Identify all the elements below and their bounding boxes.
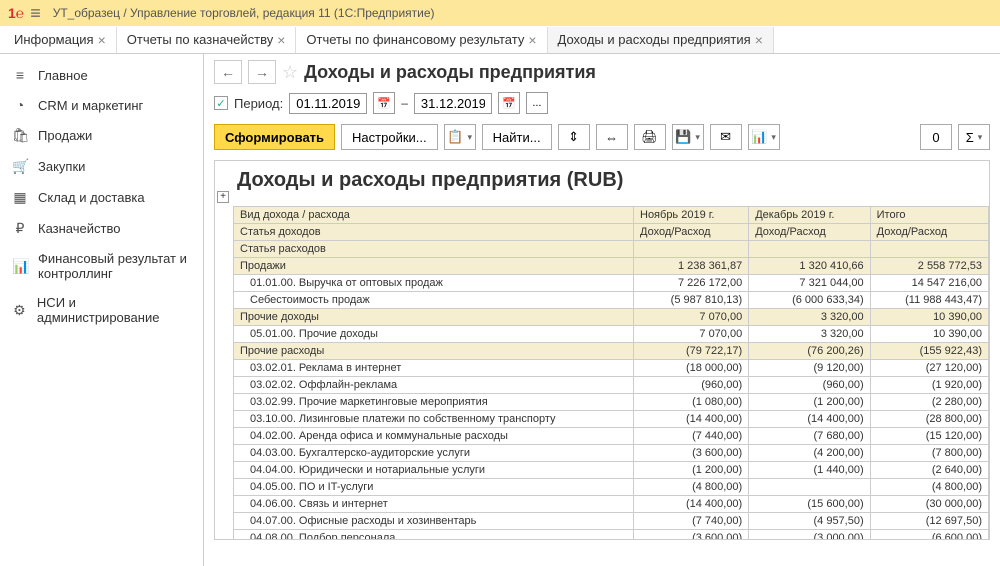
generate-button[interactable]: Сформировать xyxy=(214,124,335,150)
bag-icon: 🛍 xyxy=(12,127,28,144)
back-button[interactable]: ← xyxy=(214,60,242,84)
sidebar-item-treasury[interactable]: ₽Казначейство xyxy=(0,213,203,244)
period-label: Период: xyxy=(234,96,283,111)
settings-button[interactable]: Настройки... xyxy=(341,124,438,150)
period-checkbox[interactable]: ✓ xyxy=(214,96,228,110)
table-row[interactable]: 01.01.00. Выручка от оптовых продаж7 226… xyxy=(234,275,989,292)
zero-button[interactable]: 0 xyxy=(920,124,952,150)
grid-icon: ▦ xyxy=(12,189,28,206)
table-row[interactable]: 03.02.01. Реклама в интернет(18 000,00)(… xyxy=(234,360,989,377)
app-title: УТ_образец / Управление торговлей, редак… xyxy=(53,6,435,20)
forward-button[interactable]: → xyxy=(248,60,276,84)
table-row[interactable]: 04.08.00. Подбор персонала(3 600,00)(3 0… xyxy=(234,530,989,541)
table-row[interactable]: Себестоимость продаж(5 987 810,13)(6 000… xyxy=(234,292,989,309)
copy-button[interactable]: 📋▾ xyxy=(444,124,476,150)
app-logo: 1℮ xyxy=(8,5,24,21)
favorite-icon[interactable]: ☆ xyxy=(282,62,298,83)
sidebar-item-crm[interactable]: ◔CRM и маркетинг xyxy=(0,90,203,120)
table-row[interactable]: 04.06.00. Связь и интернет(14 400,00)(15… xyxy=(234,496,989,513)
chart-icon: ◔ xyxy=(12,97,28,113)
collapse-button[interactable]: ⇔ xyxy=(596,124,628,150)
cart-icon: 🛒 xyxy=(12,158,28,175)
sidebar: ≡Главное ◔CRM и маркетинг 🛍Продажи 🛒Заку… xyxy=(0,54,204,566)
tabbar: Информация × Отчеты по казначейству × От… xyxy=(0,26,1000,54)
sidebar-item-purchases[interactable]: 🛒Закупки xyxy=(0,151,203,182)
print-button[interactable]: 🖨 xyxy=(634,124,666,150)
gear-icon: ⚙ xyxy=(12,302,27,319)
table-row[interactable]: 03.02.02. Оффлайн-реклама(960,00)(960,00… xyxy=(234,377,989,394)
table-row[interactable]: Продажи1 238 361,871 320 410,662 558 772… xyxy=(234,258,989,275)
expand-button[interactable]: ⇕ xyxy=(558,124,590,150)
tab-treasury-reports[interactable]: Отчеты по казначейству × xyxy=(117,27,297,53)
page-title: Доходы и расходы предприятия xyxy=(304,62,596,83)
titlebar: 1℮ ≡ УТ_образец / Управление торговлей, … xyxy=(0,0,1000,26)
date-from-input[interactable] xyxy=(289,93,367,114)
home-icon: ≡ xyxy=(12,67,28,83)
close-icon[interactable]: × xyxy=(755,32,763,48)
expand-all-toggle[interactable]: + xyxy=(217,191,229,203)
sidebar-item-finance[interactable]: 📊Финансовый результат и контроллинг xyxy=(0,244,203,288)
close-icon[interactable]: × xyxy=(277,32,285,48)
date-to-picker[interactable]: 📅 xyxy=(498,92,520,114)
find-button[interactable]: Найти... xyxy=(482,124,552,150)
tab-finance-result-reports[interactable]: Отчеты по финансовому результату × xyxy=(296,27,547,53)
report-area: + Доходы и расходы предприятия (RUB) Вид… xyxy=(214,160,990,540)
table-row[interactable]: 04.05.00. ПО и IT-услуги(4 800,00)(4 800… xyxy=(234,479,989,496)
sidebar-item-main[interactable]: ≡Главное xyxy=(0,60,203,90)
save-button[interactable]: 💾▾ xyxy=(672,124,704,150)
sum-button[interactable]: Σ▾ xyxy=(958,124,990,150)
table-row[interactable]: 04.03.00. Бухгалтерско-аудиторские услуг… xyxy=(234,445,989,462)
sidebar-item-warehouse[interactable]: ▦Склад и доставка xyxy=(0,182,203,213)
date-from-picker[interactable]: 📅 xyxy=(373,92,395,114)
bars-icon: 📊 xyxy=(12,258,28,275)
table-row[interactable]: 04.02.00. Аренда офиса и коммунальные ра… xyxy=(234,428,989,445)
sidebar-item-admin[interactable]: ⚙НСИ и администрирование xyxy=(0,288,203,332)
close-icon[interactable]: × xyxy=(98,32,106,48)
table-row[interactable]: 03.02.99. Прочие маркетинговые мероприят… xyxy=(234,394,989,411)
date-to-input[interactable] xyxy=(414,93,492,114)
table-row[interactable]: 04.07.00. Офисные расходы и хозинвентарь… xyxy=(234,513,989,530)
table-row[interactable]: Прочие доходы7 070,003 320,0010 390,00 xyxy=(234,309,989,326)
report-title: Доходы и расходы предприятия (RUB) xyxy=(233,161,989,206)
sidebar-item-sales[interactable]: 🛍Продажи xyxy=(0,120,203,151)
period-more-button[interactable]: ... xyxy=(526,92,548,114)
table-row[interactable]: Прочие расходы(79 722,17)(76 200,26)(155… xyxy=(234,343,989,360)
close-icon[interactable]: × xyxy=(528,32,536,48)
email-button[interactable]: ✉ xyxy=(710,124,742,150)
tab-income-expenses[interactable]: Доходы и расходы предприятия × xyxy=(548,27,774,53)
report-table: Вид дохода / расходаНоябрь 2019 г.Декабр… xyxy=(233,206,989,540)
menu-icon[interactable]: ≡ xyxy=(30,3,41,24)
chart-button[interactable]: 📊▾ xyxy=(748,124,780,150)
currency-icon: ₽ xyxy=(12,220,28,237)
table-row[interactable]: 04.04.00. Юридически и нотариальные услу… xyxy=(234,462,989,479)
table-row[interactable]: 05.01.00. Прочие доходы7 070,003 320,001… xyxy=(234,326,989,343)
tab-info[interactable]: Информация × xyxy=(4,27,117,53)
table-row[interactable]: 03.10.00. Лизинговые платежи по собствен… xyxy=(234,411,989,428)
